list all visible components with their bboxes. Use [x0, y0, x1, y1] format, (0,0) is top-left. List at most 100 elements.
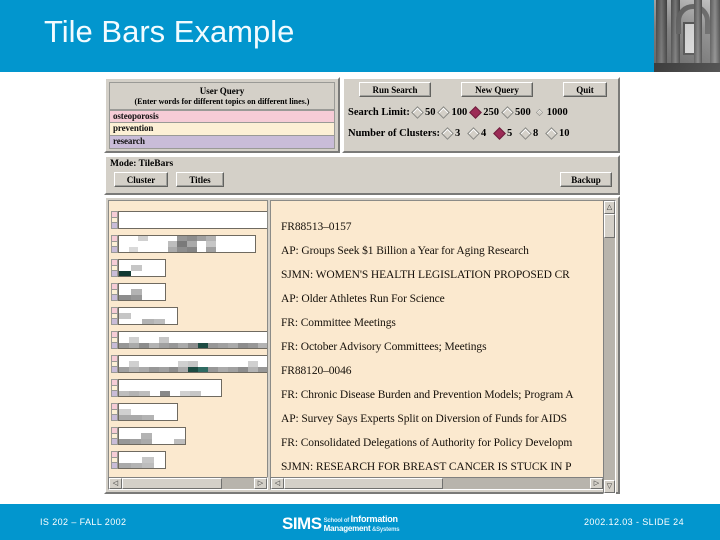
radio-diamond-icon [501, 105, 514, 119]
scroll-track[interactable] [284, 478, 590, 489]
tilebar-grid[interactable] [118, 451, 166, 469]
query-term-row-1[interactable]: osteoporosis [109, 110, 335, 123]
query-term-row-3[interactable]: research [109, 136, 335, 149]
search-limit-value: 250 [483, 106, 499, 118]
titles-horizontal-scrollbar[interactable]: ◁ ▷ [270, 477, 604, 490]
query-term-row-2[interactable]: prevention [109, 123, 335, 136]
tilebar[interactable] [111, 259, 166, 278]
search-limit-option-250[interactable]: 250 [469, 105, 499, 119]
scroll-track[interactable] [122, 478, 254, 489]
tilebar-topic-labels [111, 451, 118, 470]
tilebar[interactable] [111, 307, 178, 326]
tilebar-grid[interactable] [118, 307, 178, 325]
document-title-item[interactable]: FR: Chronic Disease Burden and Preventio… [281, 387, 603, 403]
tilebar-grid[interactable] [118, 259, 166, 277]
tilebar-topic-labels [111, 235, 118, 254]
search-limit-value: 1000 [546, 106, 568, 118]
tilebars-application-screenshot: User Query (Enter words for different to… [98, 72, 620, 500]
clusters-option-10[interactable]: 10 [545, 126, 570, 140]
tilebars-visualization-pane[interactable] [108, 200, 268, 478]
clusters-value: 4 [480, 127, 487, 139]
tilebar-topic-labels [111, 379, 118, 398]
tilebar-grid[interactable] [118, 235, 256, 253]
new-query-button[interactable]: New Query [461, 82, 533, 97]
tilebar[interactable] [111, 451, 166, 470]
search-limit-value: 100 [451, 106, 468, 118]
tilebar-topic-labels [111, 331, 118, 350]
search-limit-option-1000[interactable]: 1000 [535, 107, 568, 118]
document-title-item[interactable]: SJMN: WOMEN'S HEALTH LEGISLATION PROPOSE… [281, 267, 603, 283]
tilebar[interactable] [111, 355, 267, 374]
scroll-thumb[interactable] [604, 214, 615, 238]
search-limit-label: Search Limit: [348, 106, 410, 118]
search-limit-option-500[interactable]: 500 [501, 105, 531, 119]
mode-toolbar: Mode: TileBars Cluster Titles Backup [104, 155, 620, 195]
clusters-option-4[interactable]: 4 [467, 126, 491, 140]
titles-button[interactable]: Titles [176, 172, 224, 187]
radio-diamond-icon [535, 108, 543, 116]
tilebar[interactable] [111, 331, 267, 350]
tilebar-grid[interactable] [118, 379, 222, 397]
results-vertical-scrollbar[interactable]: △ ▽ [603, 200, 616, 494]
document-title-item[interactable]: FR88120–0046 [281, 363, 603, 379]
tilebar[interactable] [111, 403, 178, 422]
clusters-value: 10 [558, 127, 570, 139]
tilebar-topic-labels [111, 259, 118, 278]
slide-header: Tile Bars Example [0, 0, 720, 72]
number-of-clusters-row: Number of Clusters: 3 4 5 8 10 [348, 124, 618, 142]
tilebar[interactable] [111, 379, 222, 398]
tilebar[interactable] [111, 283, 166, 302]
scroll-up-icon[interactable]: △ [604, 201, 615, 214]
tilebar-topic-labels [111, 211, 118, 230]
tilebar-grid[interactable] [118, 403, 178, 421]
tilebar-grid[interactable] [118, 211, 267, 229]
document-titles-pane[interactable]: FR88513–0157 AP: Groups Seek $1 Billion a… [270, 200, 604, 478]
document-title-item[interactable]: FR: October Advisory Committees; Meeting… [281, 339, 603, 355]
search-limit-row: Search Limit: 50 100 250 500 1000 [348, 103, 618, 121]
document-title-item[interactable]: AP: Groups Seek $1 Billion a Year for Ag… [281, 243, 603, 259]
document-title-item[interactable]: FR: Committee Meetings [281, 315, 603, 331]
course-label: IS 202 – FALL 2002 [40, 517, 127, 527]
tilebar-grid[interactable] [118, 283, 166, 301]
tilebar-topic-labels [111, 307, 118, 326]
radio-diamond-icon [411, 105, 424, 119]
scroll-thumb[interactable] [122, 478, 223, 489]
tilebar-topic-labels [111, 427, 118, 446]
scroll-left-icon[interactable]: ◁ [109, 478, 122, 489]
document-title-item[interactable]: AP: Survey Says Experts Split on Diversi… [281, 411, 603, 427]
clusters-option-3[interactable]: 3 [441, 126, 465, 140]
document-title-item[interactable]: AP: Older Athletes Run For Science [281, 291, 603, 307]
clusters-option-5[interactable]: 5 [493, 126, 517, 140]
scroll-down-icon[interactable]: ▽ [604, 480, 615, 493]
quit-button[interactable]: Quit [563, 82, 607, 97]
scroll-left-icon[interactable]: ◁ [271, 478, 284, 489]
scroll-track[interactable] [604, 214, 615, 480]
scroll-thumb[interactable] [284, 478, 444, 489]
cluster-button[interactable]: Cluster [114, 172, 168, 187]
clusters-option-8[interactable]: 8 [519, 126, 543, 140]
radio-diamond-selected-icon [493, 126, 506, 140]
tilebar[interactable] [111, 211, 267, 230]
document-title-item[interactable]: FR88513–0157 [281, 219, 603, 235]
tilebar-grid[interactable] [118, 355, 267, 373]
tilebars-horizontal-scrollbar[interactable]: ◁ ▷ [108, 477, 268, 490]
tilebar[interactable] [111, 235, 256, 254]
scroll-right-icon[interactable]: ▷ [254, 478, 267, 489]
building-photo [654, 0, 720, 72]
radio-diamond-icon [441, 126, 454, 140]
tilebar[interactable] [111, 427, 186, 446]
radio-diamond-icon [467, 126, 480, 140]
clusters-value: 3 [454, 127, 461, 139]
scroll-right-icon[interactable]: ▷ [590, 478, 603, 489]
tilebar-grid[interactable] [118, 427, 186, 445]
run-search-button[interactable]: Run Search [359, 82, 431, 97]
document-title-item[interactable]: FR: Consolidated Delegations of Authorit… [281, 435, 603, 451]
document-title-item[interactable]: SJMN: RESEARCH FOR BREAST CANCER IS STUC… [281, 459, 603, 475]
tilebar-grid[interactable] [118, 331, 267, 349]
backup-button[interactable]: Backup [560, 172, 612, 187]
search-limit-option-100[interactable]: 100 [437, 105, 468, 119]
radio-diamond-icon [437, 105, 451, 119]
search-limit-option-50[interactable]: 50 [411, 105, 435, 119]
slide-number: 2002.12.03 - SLIDE 24 [584, 517, 684, 527]
user-query-header: User Query (Enter words for different to… [109, 82, 335, 110]
